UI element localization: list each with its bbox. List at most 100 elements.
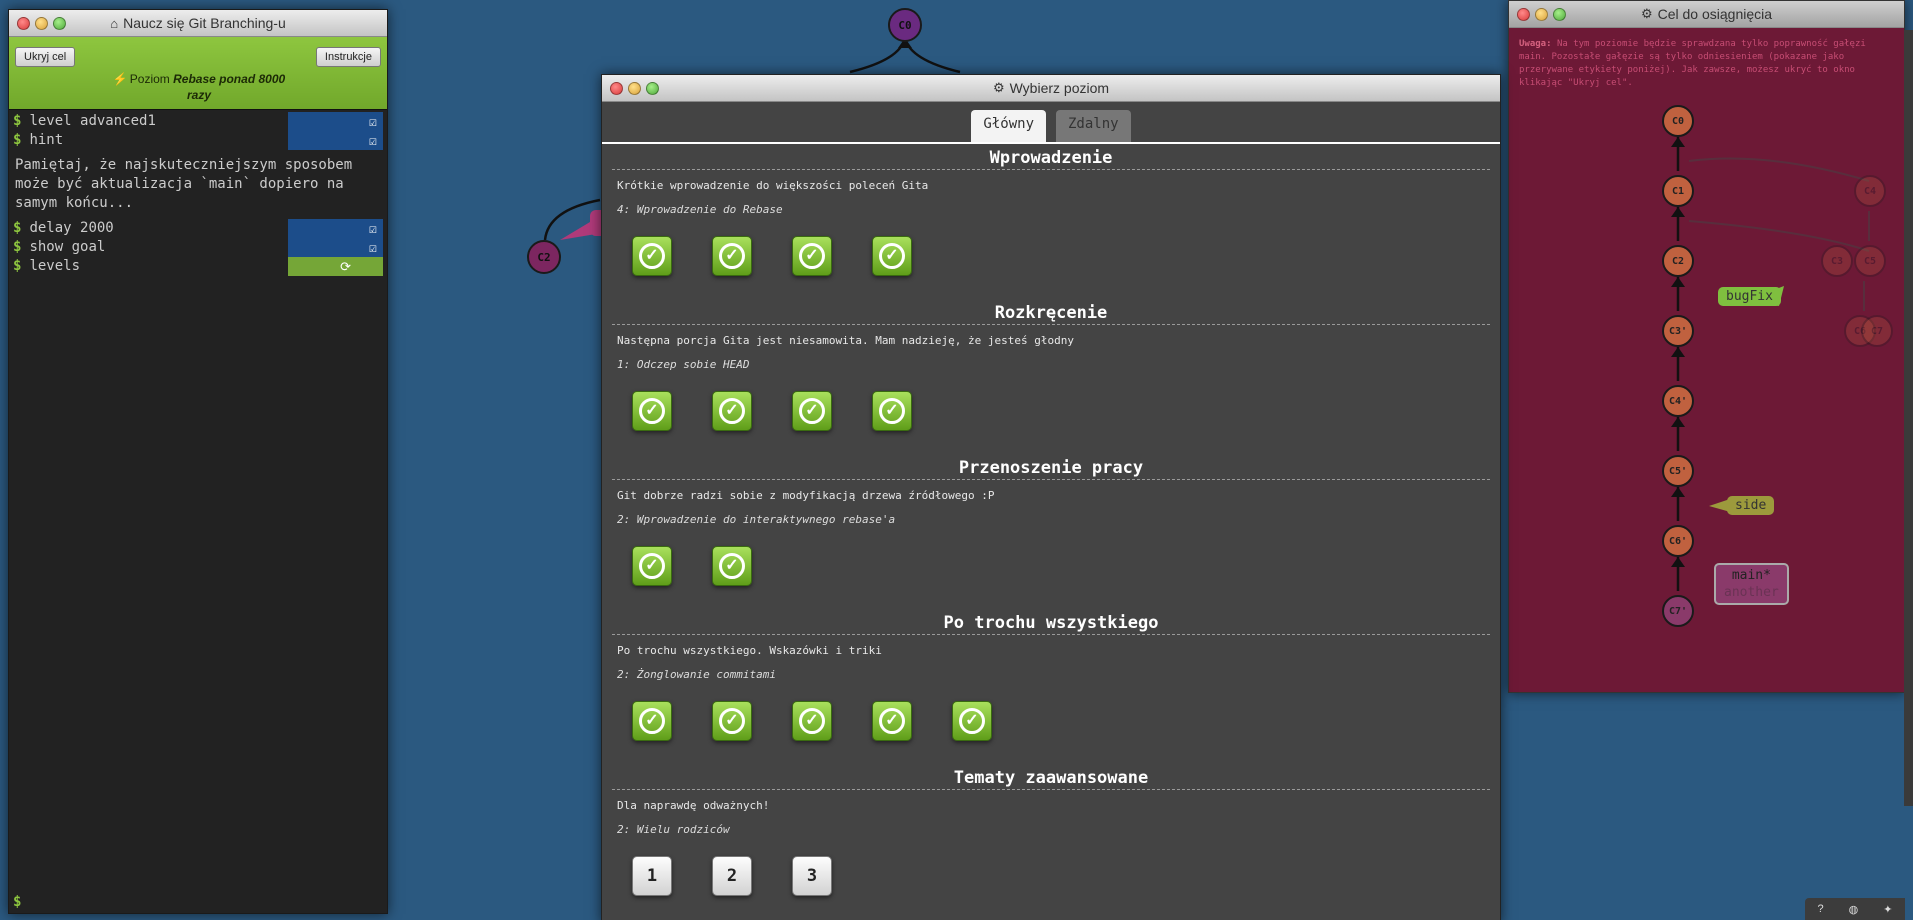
command-prompt[interactable]: $ xyxy=(13,894,21,910)
maximize-button[interactable] xyxy=(646,82,659,95)
level-button-completed[interactable]: ✓ xyxy=(712,546,752,586)
sequence-description: Po trochu wszystkiego. Wskazówki i triki xyxy=(617,644,882,657)
level-select-titlebar: ⚙ Wybierz poziom xyxy=(602,75,1500,102)
sequence-current-level: 2: Wielu rodziców xyxy=(617,823,730,836)
level-button-completed[interactable]: ✓ xyxy=(872,701,912,741)
instructions-button[interactable]: Instrukcje xyxy=(315,47,381,67)
commit-c0[interactable]: C0 xyxy=(888,8,922,42)
level-button-completed[interactable]: ✓ xyxy=(872,391,912,431)
command-line: $ level advanced1 ☑ xyxy=(9,112,387,131)
level-sequence: Wprowadzenie Krótkie wprowadzenie do więk… xyxy=(602,144,1500,299)
level-button-completed[interactable]: ✓ xyxy=(712,236,752,276)
goal-window: ⚙ Cel do osiągnięcia Uwaga: Na tym pozio… xyxy=(1508,0,1905,693)
checkmark-icon: ✓ xyxy=(639,243,665,269)
level-button-completed[interactable]: ✓ xyxy=(792,236,832,276)
goal-commit-c2: C2 xyxy=(1662,245,1694,277)
sequence-title: Przenoszenie pracy xyxy=(612,454,1490,480)
checkmark-icon: ✓ xyxy=(719,553,745,579)
level-toolbar: Ukryj cel ⚡ Poziom Rebase ponad 8000 razy… xyxy=(9,37,387,110)
goal-commit-c1: C1 xyxy=(1662,175,1694,207)
terminal-output: $ level advanced1 ☑ $ hint ☑ Pamiętaj, że na… xyxy=(9,110,387,276)
sequence-title: Tematy zaawansowane xyxy=(612,764,1490,790)
commit-c2[interactable]: C2 xyxy=(527,240,561,274)
level-select-window: ⚙ Wybierz poziom Główny Zdalny Wprowadze… xyxy=(601,74,1501,920)
checkmark-icon: ✓ xyxy=(639,708,665,734)
level-button[interactable]: 2 xyxy=(712,856,752,896)
level-button-completed[interactable]: ✓ xyxy=(712,391,752,431)
goal-commit-c5-prime: C5' xyxy=(1662,455,1694,487)
level-sequence: Przenoszenie pracy Git dobrze radzi sobie… xyxy=(602,454,1500,609)
level-button-completed[interactable]: ✓ xyxy=(792,701,832,741)
help-icon[interactable]: ? xyxy=(1818,903,1824,915)
goal-commit-c4-prime: C4' xyxy=(1662,385,1694,417)
tab-main[interactable]: Główny xyxy=(971,110,1046,142)
level-icons: ✓ ✓ ✓ ✓ xyxy=(612,226,1490,299)
level-button-completed[interactable]: ✓ xyxy=(712,701,752,741)
sequence-description: Dla naprawdę odważnych! xyxy=(617,799,770,812)
hint-message: Pamiętaj, że najskuteczniejszym sposobem… xyxy=(15,157,353,211)
terminal-titlebar: ⌂ Naucz się Git Branching-u xyxy=(9,10,387,37)
globe-icon[interactable]: ◍ xyxy=(1849,903,1859,916)
checkmark-icon: ✓ xyxy=(639,553,665,579)
checkbox-icon: ☑ xyxy=(369,241,377,256)
checkmark-icon: ✓ xyxy=(799,708,825,734)
level-icons: ✓ ✓ ✓ ✓ ✓ xyxy=(612,691,1490,764)
twitter-icon[interactable]: ✦ xyxy=(1883,903,1892,916)
sequence-list: Wprowadzenie Krótkie wprowadzenie do więk… xyxy=(602,144,1500,919)
command-line: $ delay 2000 ☑ xyxy=(9,219,387,238)
minimize-button[interactable] xyxy=(35,17,48,30)
checkmark-icon: ✓ xyxy=(719,708,745,734)
checkbox-icon: ☑ xyxy=(369,134,377,149)
sequence-title: Rozkręcenie xyxy=(612,299,1490,325)
command-line: $ hint ☑ xyxy=(9,131,387,150)
page-scrollbar[interactable] xyxy=(1904,30,1913,806)
level-button[interactable]: 1 xyxy=(632,856,672,896)
level-button-completed[interactable]: ✓ xyxy=(632,701,672,741)
checkbox-icon: ☑ xyxy=(369,115,377,130)
goal-commit-c6-prime: C6' xyxy=(1662,525,1694,557)
checkbox-icon: ☑ xyxy=(369,222,377,237)
level-button-completed[interactable]: ✓ xyxy=(632,236,672,276)
branch-label-main: main* another xyxy=(1714,563,1789,605)
maximize-button[interactable] xyxy=(53,17,66,30)
tab-remote[interactable]: Zdalny xyxy=(1056,110,1131,142)
minimize-button[interactable] xyxy=(628,82,641,95)
hide-goal-button[interactable]: Ukryj cel xyxy=(15,47,76,67)
sequence-current-level: 2: Wprowadzenie do interaktywnego rebase… xyxy=(617,513,896,526)
level-name: ⚡ Poziom Rebase ponad 8000 razy xyxy=(112,72,286,102)
checkmark-icon: ✓ xyxy=(719,243,745,269)
checkmark-icon: ✓ xyxy=(719,398,745,424)
terminal-window: ⌂ Naucz się Git Branching-u Ukryj cel ⚡ P… xyxy=(8,9,388,914)
checkmark-icon: ✓ xyxy=(879,243,905,269)
checkmark-icon: ✓ xyxy=(879,708,905,734)
goal-commit-faded: C3 xyxy=(1821,245,1853,277)
sequence-current-level: 2: Żonglowanie commitami xyxy=(617,668,776,681)
goal-commit-faded: C5 xyxy=(1854,245,1886,277)
level-select-title: Wybierz poziom xyxy=(1009,80,1110,96)
level-button-completed[interactable]: ✓ xyxy=(792,391,832,431)
level-button-completed[interactable]: ✓ xyxy=(632,546,672,586)
level-button-completed[interactable]: ✓ xyxy=(872,236,912,276)
level-sequence: Rozkręcenie Następna porcja Gita jest nie… xyxy=(602,299,1500,454)
sequence-title: Po trochu wszystkiego xyxy=(612,609,1490,635)
level-button-completed[interactable]: ✓ xyxy=(952,701,992,741)
branch-label-side: side xyxy=(1727,496,1775,515)
goal-commit-faded: C7 xyxy=(1861,315,1893,347)
level-tabs: Główny Zdalny xyxy=(602,102,1500,144)
home-icon: ⌂ xyxy=(110,15,119,31)
close-button[interactable] xyxy=(17,17,30,30)
level-sequence: Po trochu wszystkiego Po trochu wszystkie… xyxy=(602,609,1500,764)
level-button[interactable]: 3 xyxy=(792,856,832,896)
level-button-completed[interactable]: ✓ xyxy=(632,391,672,431)
sequence-description: Następna porcja Gita jest niesamowita. M… xyxy=(617,334,1074,347)
close-button[interactable] xyxy=(610,82,623,95)
bolt-icon: ⚡ xyxy=(112,72,128,86)
checkmark-icon: ✓ xyxy=(639,398,665,424)
level-icons: ✓ ✓ ✓ ✓ xyxy=(612,381,1490,454)
checkmark-icon: ✓ xyxy=(959,708,985,734)
sequence-current-level: 1: Odczep sobie HEAD xyxy=(617,358,750,371)
goal-graph-edges xyxy=(1671,137,1870,591)
level-sequence: Tematy zaawansowane Dla naprawdę odważnyc… xyxy=(602,764,1500,919)
checkmark-icon: ✓ xyxy=(879,398,905,424)
level-icons: 123 xyxy=(612,846,1490,919)
